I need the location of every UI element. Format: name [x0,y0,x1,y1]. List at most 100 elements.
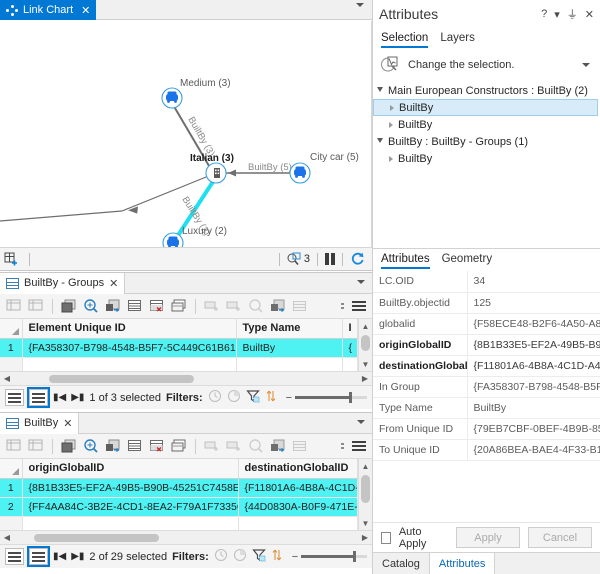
record-view-button[interactable] [29,548,48,565]
cell-empty-1[interactable] [238,516,358,530]
change-selection-row[interactable]: Change the selection. [373,50,600,80]
filter-icon[interactable] [246,389,260,406]
time-filter-icon[interactable] [214,548,228,565]
tab-attributes-pane[interactable]: Attributes [429,553,495,574]
scroll-down-icon[interactable]: ▼ [359,516,372,530]
scroll-right-icon[interactable]: ▶ [358,533,372,542]
attribute-value[interactable]: 125 [467,292,600,313]
close-icon[interactable]: ✕ [63,417,72,430]
time-filter-icon[interactable] [208,389,222,406]
clear-selection-icon[interactable] [147,436,167,456]
attribute-value[interactable]: {F58ECE48-B2F6-4A50-A86( [467,313,600,334]
attribute-row[interactable]: originGlobalID{8B1B33E5-EF2A-49B5-B90E [373,334,600,355]
cell-empty-0[interactable] [22,516,238,530]
first-record-button[interactable]: ▮◀ [53,392,66,403]
select-all-corner[interactable] [0,319,22,338]
table-builtby-grid[interactable]: originGlobalID destinationGlobalID 1 {8B… [0,459,372,530]
vertical-scrollbar[interactable]: ▲ ▼ [358,319,372,371]
filter-icon[interactable] [252,548,266,565]
expand-arrow-icon[interactable] [390,105,394,111]
auto-apply-checkbox[interactable] [381,532,391,544]
fields-view-icon[interactable] [290,436,310,456]
attribute-value[interactable]: {8B1B33E5-EF2A-49B5-B90E [467,334,600,355]
tab-builtby-groups[interactable]: BuiltBy - Groups ✕ [0,273,125,294]
zoom-to-selection-icon[interactable] [81,436,101,456]
scroll-left-icon[interactable]: ◀ [0,533,14,542]
attribute-value[interactable]: {20A86BEA-BAE4-4F33-B10 [467,439,600,460]
select-all-icon[interactable] [59,296,79,316]
switch-selection-icon[interactable] [103,296,123,316]
apply-button[interactable]: Apply [456,527,520,548]
tab-selection[interactable]: Selection [381,32,428,47]
select-all-icon[interactable] [59,436,79,456]
calculate-field-icon[interactable] [246,436,266,456]
table-view-button[interactable] [5,548,24,565]
attribute-value[interactable]: {F11801A6-4B8A-4C1D-A46 [467,355,600,376]
cell-overflow[interactable]: { [342,338,358,357]
cell-destination-global-id[interactable]: {44D0830A-B0F9-471E-B [238,497,358,516]
pause-icon[interactable] [325,253,335,265]
chevron-down-icon[interactable] [357,420,365,424]
attribute-row[interactable]: To Unique ID{20A86BEA-BAE4-4F33-B10 [373,439,600,460]
cell-empty-0[interactable] [22,357,236,371]
zoom-to-selection-icon[interactable]: 3 [287,252,310,266]
zoom-to-selection-icon[interactable] [81,296,101,316]
fields-view-icon[interactable] [290,296,310,316]
first-record-button[interactable]: ▮◀ [53,551,66,562]
tree-group-main-european-constructors[interactable]: Main European Constructors : BuiltBy (2) [373,82,600,99]
attribute-row[interactable]: destinationGlobalID{F11801A6-4B8A-4C1D-A… [373,355,600,376]
cell-origin-global-id[interactable]: {8B1B33E5-EF2A-49B5-B90B-45251C7458E6} [22,478,238,497]
copy-records-icon[interactable] [169,296,189,316]
cell-origin-global-id[interactable]: {FF4AA84C-3B2E-4CD1-8EA2-F79A1F7335C5} [22,497,238,516]
attribute-row[interactable]: globalid{F58ECE48-B2F6-4A50-A86( [373,313,600,334]
column-header-destination[interactable]: destinationGlobalID [238,459,358,478]
close-icon[interactable]: ✕ [585,8,594,21]
sort-icon[interactable] [265,389,277,406]
last-record-button[interactable]: ▶▮ [71,551,84,562]
help-icon[interactable]: ? [541,8,547,20]
cell-empty-2[interactable] [342,357,358,371]
chevron-down-icon[interactable] [582,63,590,67]
add-row-icon[interactable] [4,296,24,316]
zoom-slider[interactable]: − [286,392,367,404]
cell-type-name[interactable]: BuiltBy [236,338,342,357]
node-citycar[interactable] [290,163,310,183]
range-filter-icon[interactable] [227,389,241,406]
tree-item-builtby-1[interactable]: BuiltBy [373,99,598,116]
column-header-origin[interactable]: originGlobalID [22,459,238,478]
table-groups-grid[interactable]: Element Unique ID Type Name I 1 {FA35830… [0,319,372,371]
tree-item-builtby-3[interactable]: BuiltBy [373,150,600,167]
pin-icon[interactable]: ⏚ [567,6,578,22]
scroll-right-icon[interactable]: ▶ [358,374,372,383]
cell-element-unique-id[interactable]: {FA358307-B798-4548-B5F7-5C449C61B61C} [22,338,236,357]
column-header-0[interactable]: Element Unique ID [22,319,236,338]
close-icon[interactable]: ✕ [109,277,118,290]
clear-selection-icon[interactable] [147,296,167,316]
menu-icon[interactable] [352,441,366,451]
add-layer-icon[interactable] [0,252,22,266]
attribute-row[interactable]: BuiltBy.objectid125 [373,292,600,313]
table-row-empty[interactable] [0,516,358,530]
table-row[interactable]: 2 {FF4AA84C-3B2E-4CD1-8EA2-F79A1F7335C5}… [0,497,358,516]
cell-empty-1[interactable] [236,357,342,371]
copy-records-icon[interactable] [169,436,189,456]
show-all-records-icon[interactable] [125,296,145,316]
vertical-scrollbar[interactable]: ▲ ▼ [358,459,372,530]
attribute-row[interactable]: LC.OID34 [373,271,600,292]
menu-icon[interactable] [352,301,366,311]
more-options-icon[interactable] [341,443,344,449]
tab-attributes[interactable]: Attributes [381,253,430,268]
hscroll-thumb[interactable] [34,534,159,542]
sort-icon[interactable] [271,548,283,565]
add-field-icon[interactable] [202,436,222,456]
chevron-down-icon[interactable] [357,280,365,284]
column-header-1[interactable]: Type Name [236,319,342,338]
add-field-icon[interactable] [202,296,222,316]
delete-row-icon[interactable] [26,296,46,316]
scroll-left-icon[interactable]: ◀ [0,374,14,383]
cell-destination-global-id[interactable]: {F11801A6-4B8A-4C1D-A [238,478,358,497]
more-options-icon[interactable] [341,303,344,309]
tab-builtby[interactable]: BuiltBy ✕ [0,413,79,434]
summarize-icon[interactable] [268,296,288,316]
scroll-thumb[interactable] [361,475,370,503]
